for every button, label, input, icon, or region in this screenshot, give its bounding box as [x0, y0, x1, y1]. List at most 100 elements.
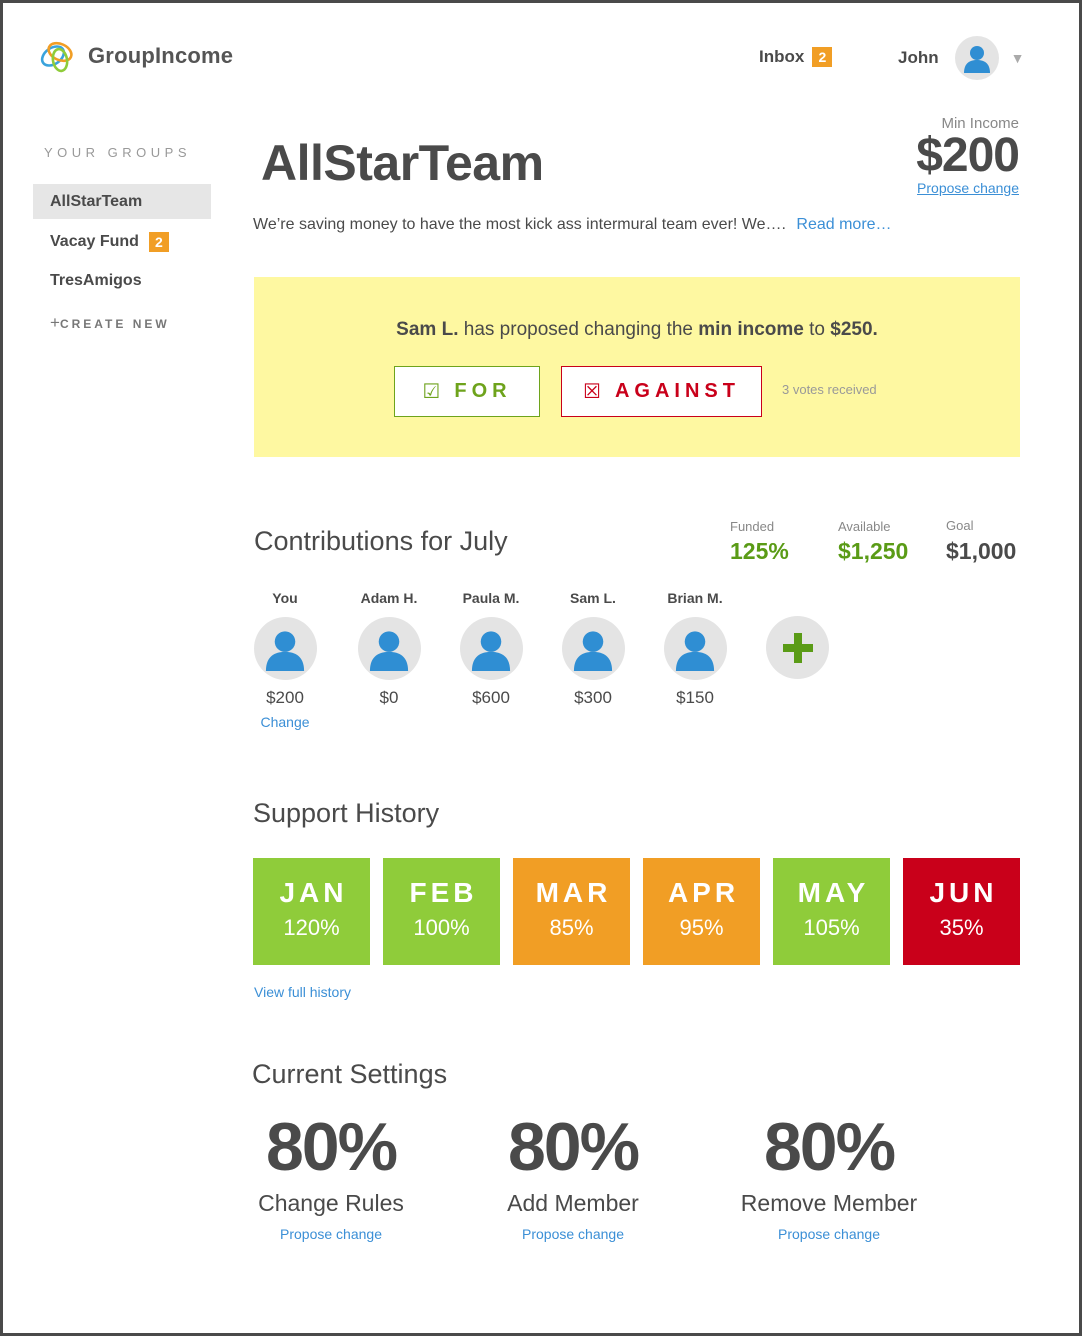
user-menu[interactable]: John ▼ — [898, 36, 1024, 80]
history-month-may[interactable]: MAY 105% — [773, 858, 890, 965]
votes-received: 3 votes received — [782, 382, 877, 397]
vote-for-button[interactable]: ☑ FOR — [394, 366, 540, 417]
history-month-label: MAY — [797, 877, 870, 908]
contributions-title: Contributions for July — [254, 526, 508, 556]
goal-label: Goal — [946, 518, 974, 533]
group-description-text: We’re saving money to have the most kick… — [253, 216, 786, 233]
history-month-jun[interactable]: JUN 35% — [903, 858, 1020, 965]
history-month-label: MAR — [535, 877, 612, 908]
member-avatar[interactable] — [663, 617, 727, 680]
member-avatar[interactable] — [357, 617, 421, 680]
member-name: Paula M. — [462, 590, 520, 606]
propose-change-link[interactable]: Propose change — [709, 1226, 949, 1242]
member-amount: $600 — [472, 688, 510, 707]
inbox-label: Inbox — [759, 47, 805, 66]
history-month-label: FEB — [409, 877, 478, 908]
history-month-label: JAN — [279, 877, 348, 908]
propose-min-income-change-link[interactable]: Propose change — [917, 180, 1019, 196]
history-month-pct: 120% — [283, 915, 340, 940]
member-amount: $300 — [574, 688, 612, 707]
member-name: Sam L. — [570, 590, 616, 606]
setting-value: 80% — [763, 1109, 896, 1185]
checkbox-checked-icon: ☑ — [422, 381, 441, 403]
history-month-mar[interactable]: MAR 85% — [513, 858, 630, 965]
history-month-label: JUN — [929, 877, 998, 908]
history-month-pct: 100% — [413, 915, 470, 940]
person-icon — [573, 630, 613, 671]
propose-change-link[interactable]: Propose change — [211, 1226, 451, 1242]
checkbox-x-icon: ☒ — [583, 381, 601, 403]
person-icon — [471, 630, 511, 671]
add-member-button[interactable] — [766, 616, 829, 679]
available-value: $1,250 — [838, 538, 909, 564]
setting-value: 80% — [507, 1109, 640, 1185]
member-adam-h: Adam H. $0 — [339, 590, 439, 708]
sidebar-heading: YOUR GROUPS — [44, 145, 192, 160]
setting-name: Remove Member — [740, 1190, 918, 1216]
app-name: GroupIncome — [88, 43, 234, 68]
member-avatar[interactable] — [253, 617, 317, 680]
propose-change-link[interactable]: Propose change — [453, 1226, 693, 1242]
setting-value: 80% — [265, 1109, 398, 1185]
create-new-label: CREATE NEW — [59, 317, 170, 331]
user-name: John — [898, 48, 939, 67]
history-month-label: APR — [667, 877, 740, 908]
member-brian-m: Brian M. $150 — [645, 590, 745, 708]
app-logo[interactable]: GroupIncome — [38, 36, 233, 76]
member-you: You $200 Change — [235, 590, 335, 730]
member-amount: $150 — [676, 688, 714, 707]
setting-change-rules: 80% Change Rules Propose change — [211, 1110, 451, 1242]
member-name: Adam H. — [360, 590, 418, 606]
member-amount: $0 — [379, 688, 399, 707]
setting-remove-member: 80% Remove Member Propose change — [709, 1110, 949, 1242]
vote-against-label: AGAINST — [614, 380, 740, 402]
sidebar-item-badge: 2 — [148, 231, 169, 252]
history-month-pct: 105% — [803, 915, 860, 940]
proposal-proposer: Sam L. — [396, 319, 459, 340]
sidebar-item-label: AllStarTeam — [50, 193, 143, 210]
user-avatar — [954, 36, 999, 80]
proposal-value: $250. — [830, 319, 878, 340]
proposal-field: min income — [698, 319, 804, 340]
caret-down-icon[interactable]: ▼ — [1011, 50, 1025, 66]
sidebar-item-tresamigos[interactable]: TresAmigos — [33, 263, 211, 298]
member-avatar[interactable] — [561, 617, 625, 680]
read-more-link[interactable]: Read more… — [796, 216, 891, 233]
inbox-count-badge: 2 — [812, 47, 833, 67]
available-label: Available — [838, 519, 891, 534]
vote-against-button[interactable]: ☒ AGAINST — [561, 366, 762, 417]
current-settings-title: Current Settings — [252, 1059, 448, 1089]
view-full-history-link[interactable]: View full history — [254, 984, 351, 1000]
inbox-link[interactable]: Inbox 2 — [759, 47, 833, 67]
group-title: AllStarTeam — [261, 135, 544, 191]
change-contribution-link[interactable]: Change — [235, 714, 335, 730]
sidebar-item-vacay-fund[interactable]: Vacay Fund 2 — [33, 224, 211, 259]
plus-icon: + — [50, 313, 60, 332]
history-month-feb[interactable]: FEB 100% — [383, 858, 500, 965]
proposal-text-middle: has proposed changing the — [458, 319, 699, 340]
member-avatar[interactable] — [459, 617, 523, 680]
group-description: We’re saving money to have the most kick… — [253, 216, 892, 234]
rings-logo-icon — [40, 41, 73, 73]
history-month-pct: 95% — [679, 915, 724, 940]
plus-icon — [782, 632, 813, 663]
create-new-group-button[interactable]: +CREATE NEW — [50, 313, 170, 333]
history-month-apr[interactable]: APR 95% — [643, 858, 760, 965]
person-icon — [265, 630, 305, 671]
funded-label: Funded — [730, 519, 775, 534]
goal-value: $1,000 — [946, 538, 1017, 564]
setting-add-member: 80% Add Member Propose change — [453, 1110, 693, 1242]
proposal-banner: Sam L. has proposed changing the min inc… — [254, 277, 1020, 457]
member-paula-m: Paula M. $600 — [441, 590, 541, 708]
history-month-jan[interactable]: JAN 120% — [253, 858, 370, 965]
member-sam-l: Sam L. $300 — [543, 590, 643, 708]
setting-name: Add Member — [507, 1190, 639, 1216]
member-name: You — [272, 590, 298, 606]
history-month-pct: 35% — [939, 915, 984, 940]
vote-for-label: FOR — [454, 380, 512, 402]
person-icon — [369, 630, 409, 671]
sidebar-item-allstarteam[interactable]: AllStarTeam — [33, 184, 211, 219]
sidebar-item-label: TresAmigos — [50, 272, 142, 289]
funded-value: 125% — [730, 538, 789, 564]
member-name: Brian M. — [667, 590, 723, 606]
